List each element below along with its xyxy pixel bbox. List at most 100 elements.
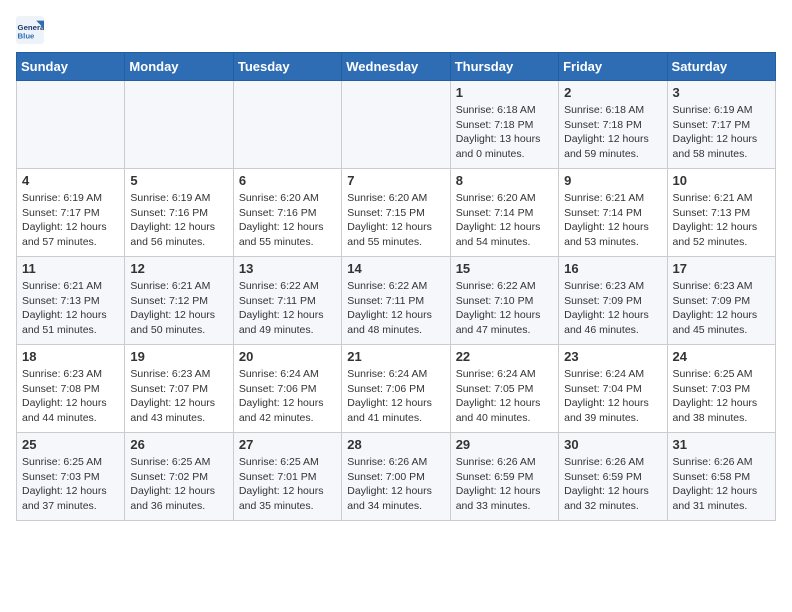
calendar-cell: 6 Sunrise: 6:20 AMSunset: 7:16 PMDaylight… xyxy=(233,169,341,257)
calendar-cell: 25 Sunrise: 6:25 AMSunset: 7:03 PMDayligh… xyxy=(17,433,125,521)
calendar-cell: 14 Sunrise: 6:22 AMSunset: 7:11 PMDayligh… xyxy=(342,257,450,345)
calendar-week-row: 1 Sunrise: 6:18 AMSunset: 7:18 PMDaylight… xyxy=(17,81,776,169)
calendar-cell: 30 Sunrise: 6:26 AMSunset: 6:59 PMDayligh… xyxy=(559,433,667,521)
day-info: Sunrise: 6:18 AMSunset: 7:18 PMDaylight:… xyxy=(456,103,553,162)
day-info: Sunrise: 6:20 AMSunset: 7:14 PMDaylight:… xyxy=(456,191,553,250)
weekday-header: Friday xyxy=(559,53,667,81)
weekday-header: Saturday xyxy=(667,53,775,81)
day-info: Sunrise: 6:20 AMSunset: 7:15 PMDaylight:… xyxy=(347,191,444,250)
day-number: 4 xyxy=(22,173,119,188)
calendar-cell: 24Sunrise: 6:25 AMSunset: 7:03 PMDayligh… xyxy=(667,345,775,433)
calendar-cell: 20 Sunrise: 6:24 AMSunset: 7:06 PMDayligh… xyxy=(233,345,341,433)
day-number: 27 xyxy=(239,437,336,452)
day-number: 25 xyxy=(22,437,119,452)
calendar-cell: 9Sunrise: 6:21 AMSunset: 7:14 PMDaylight… xyxy=(559,169,667,257)
day-number: 26 xyxy=(130,437,227,452)
day-info: Sunrise: 6:23 AMSunset: 7:09 PMDaylight:… xyxy=(673,279,770,338)
calendar-table: SundayMondayTuesdayWednesdayThursdayFrid… xyxy=(16,52,776,521)
calendar-week-row: 4Sunrise: 6:19 AMSunset: 7:17 PMDaylight… xyxy=(17,169,776,257)
calendar-cell: 18 Sunrise: 6:23 AMSunset: 7:08 PMDayligh… xyxy=(17,345,125,433)
calendar-cell: 17 Sunrise: 6:23 AMSunset: 7:09 PMDayligh… xyxy=(667,257,775,345)
calendar-cell: 2Sunrise: 6:18 AMSunset: 7:18 PMDaylight… xyxy=(559,81,667,169)
day-number: 1 xyxy=(456,85,553,100)
day-info: Sunrise: 6:26 AMSunset: 6:59 PMDaylight:… xyxy=(564,455,661,514)
calendar-cell: 13 Sunrise: 6:22 AMSunset: 7:11 PMDayligh… xyxy=(233,257,341,345)
day-number: 13 xyxy=(239,261,336,276)
day-number: 29 xyxy=(456,437,553,452)
calendar-cell: 3Sunrise: 6:19 AMSunset: 7:17 PMDaylight… xyxy=(667,81,775,169)
day-info: Sunrise: 6:23 AMSunset: 7:08 PMDaylight:… xyxy=(22,367,119,426)
day-info: Sunrise: 6:24 AMSunset: 7:05 PMDaylight:… xyxy=(456,367,553,426)
svg-text:Blue: Blue xyxy=(18,32,36,41)
calendar-week-row: 25 Sunrise: 6:25 AMSunset: 7:03 PMDayligh… xyxy=(17,433,776,521)
day-number: 12 xyxy=(130,261,227,276)
calendar-week-row: 11Sunrise: 6:21 AMSunset: 7:13 PMDayligh… xyxy=(17,257,776,345)
calendar-cell xyxy=(233,81,341,169)
calendar-cell: 27 Sunrise: 6:25 AMSunset: 7:01 PMDayligh… xyxy=(233,433,341,521)
logo: General Blue xyxy=(16,16,48,44)
day-info: Sunrise: 6:23 AMSunset: 7:09 PMDaylight:… xyxy=(564,279,661,338)
calendar-cell: 23 Sunrise: 6:24 AMSunset: 7:04 PMDayligh… xyxy=(559,345,667,433)
day-number: 3 xyxy=(673,85,770,100)
calendar-cell: 22 Sunrise: 6:24 AMSunset: 7:05 PMDayligh… xyxy=(450,345,558,433)
calendar-cell: 11Sunrise: 6:21 AMSunset: 7:13 PMDayligh… xyxy=(17,257,125,345)
calendar-cell: 4Sunrise: 6:19 AMSunset: 7:17 PMDaylight… xyxy=(17,169,125,257)
calendar-cell xyxy=(125,81,233,169)
day-info: Sunrise: 6:21 AMSunset: 7:13 PMDaylight:… xyxy=(673,191,770,250)
weekday-header: Wednesday xyxy=(342,53,450,81)
day-number: 10 xyxy=(673,173,770,188)
calendar-cell: 21Sunrise: 6:24 AMSunset: 7:06 PMDayligh… xyxy=(342,345,450,433)
day-number: 20 xyxy=(239,349,336,364)
calendar-cell: 8 Sunrise: 6:20 AMSunset: 7:14 PMDaylight… xyxy=(450,169,558,257)
logo-icon: General Blue xyxy=(16,16,44,44)
day-info: Sunrise: 6:24 AMSunset: 7:04 PMDaylight:… xyxy=(564,367,661,426)
calendar-cell: 7 Sunrise: 6:20 AMSunset: 7:15 PMDaylight… xyxy=(342,169,450,257)
day-number: 6 xyxy=(239,173,336,188)
header: General Blue xyxy=(16,16,776,44)
day-info: Sunrise: 6:22 AMSunset: 7:11 PMDaylight:… xyxy=(347,279,444,338)
calendar-cell xyxy=(17,81,125,169)
day-number: 28 xyxy=(347,437,444,452)
day-number: 14 xyxy=(347,261,444,276)
calendar-cell: 29 Sunrise: 6:26 AMSunset: 6:59 PMDayligh… xyxy=(450,433,558,521)
calendar-cell: 5Sunrise: 6:19 AMSunset: 7:16 PMDaylight… xyxy=(125,169,233,257)
day-info: Sunrise: 6:20 AMSunset: 7:16 PMDaylight:… xyxy=(239,191,336,250)
day-info: Sunrise: 6:26 AMSunset: 6:59 PMDaylight:… xyxy=(456,455,553,514)
calendar-body: 1 Sunrise: 6:18 AMSunset: 7:18 PMDaylight… xyxy=(17,81,776,521)
day-info: Sunrise: 6:25 AMSunset: 7:02 PMDaylight:… xyxy=(130,455,227,514)
day-info: Sunrise: 6:22 AMSunset: 7:11 PMDaylight:… xyxy=(239,279,336,338)
day-number: 23 xyxy=(564,349,661,364)
weekday-header: Monday xyxy=(125,53,233,81)
day-number: 17 xyxy=(673,261,770,276)
day-number: 18 xyxy=(22,349,119,364)
title-area xyxy=(48,16,776,18)
day-number: 30 xyxy=(564,437,661,452)
day-number: 16 xyxy=(564,261,661,276)
day-number: 21 xyxy=(347,349,444,364)
day-info: Sunrise: 6:26 AMSunset: 7:00 PMDaylight:… xyxy=(347,455,444,514)
day-info: Sunrise: 6:21 AMSunset: 7:14 PMDaylight:… xyxy=(564,191,661,250)
day-info: Sunrise: 6:25 AMSunset: 7:01 PMDaylight:… xyxy=(239,455,336,514)
calendar-cell: 31 Sunrise: 6:26 AMSunset: 6:58 PMDayligh… xyxy=(667,433,775,521)
day-number: 15 xyxy=(456,261,553,276)
day-info: Sunrise: 6:24 AMSunset: 7:06 PMDaylight:… xyxy=(239,367,336,426)
day-number: 7 xyxy=(347,173,444,188)
calendar-cell xyxy=(342,81,450,169)
day-info: Sunrise: 6:23 AMSunset: 7:07 PMDaylight:… xyxy=(130,367,227,426)
weekday-header: Sunday xyxy=(17,53,125,81)
calendar-week-row: 18 Sunrise: 6:23 AMSunset: 7:08 PMDayligh… xyxy=(17,345,776,433)
calendar-cell: 28 Sunrise: 6:26 AMSunset: 7:00 PMDayligh… xyxy=(342,433,450,521)
day-number: 22 xyxy=(456,349,553,364)
day-number: 2 xyxy=(564,85,661,100)
day-info: Sunrise: 6:22 AMSunset: 7:10 PMDaylight:… xyxy=(456,279,553,338)
day-info: Sunrise: 6:25 AMSunset: 7:03 PMDaylight:… xyxy=(673,367,770,426)
day-info: Sunrise: 6:21 AMSunset: 7:12 PMDaylight:… xyxy=(130,279,227,338)
day-number: 31 xyxy=(673,437,770,452)
day-info: Sunrise: 6:26 AMSunset: 6:58 PMDaylight:… xyxy=(673,455,770,514)
day-number: 8 xyxy=(456,173,553,188)
calendar-header: SundayMondayTuesdayWednesdayThursdayFrid… xyxy=(17,53,776,81)
day-info: Sunrise: 6:25 AMSunset: 7:03 PMDaylight:… xyxy=(22,455,119,514)
day-number: 11 xyxy=(22,261,119,276)
day-info: Sunrise: 6:19 AMSunset: 7:16 PMDaylight:… xyxy=(130,191,227,250)
calendar-cell: 15 Sunrise: 6:22 AMSunset: 7:10 PMDayligh… xyxy=(450,257,558,345)
